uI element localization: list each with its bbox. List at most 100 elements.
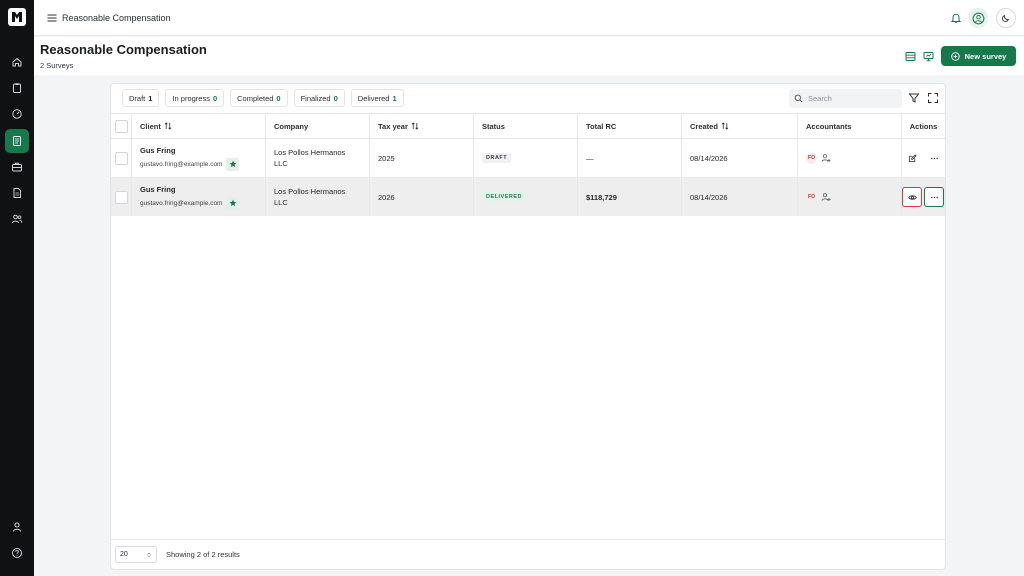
- help-circle-icon: [12, 548, 22, 558]
- filter-count: 0: [333, 93, 338, 103]
- more-actions-button[interactable]: [924, 148, 944, 168]
- status-cell: DRAFT: [474, 139, 578, 177]
- filter-label: Finalized: [300, 93, 331, 103]
- filter-label: In progress: [172, 93, 210, 103]
- home-nav-button[interactable]: [5, 50, 29, 74]
- accountant-avatar[interactable]: FO: [806, 191, 817, 203]
- top-bar: Reasonable Compensation: [34, 0, 1024, 36]
- more-horizontal-icon: [930, 196, 938, 198]
- chevron-up-down-icon: [147, 552, 151, 557]
- row-checkbox[interactable]: [115, 190, 128, 204]
- new-survey-label: New survey: [964, 51, 1007, 61]
- fullscreen-icon[interactable]: [927, 92, 939, 104]
- filter-in-progress[interactable]: In progress 0: [165, 89, 225, 107]
- report-nav-button[interactable]: [5, 181, 29, 205]
- table-header-row: Client Company Tax year Status Total RC …: [111, 113, 945, 138]
- header-label: Created: [690, 121, 718, 131]
- total-rc-value: $118,729: [586, 192, 617, 202]
- filter-label: Delivered: [357, 93, 390, 103]
- total-rc-cell: —: [578, 139, 682, 177]
- home-icon: [12, 57, 22, 67]
- table-view-icon[interactable]: [905, 51, 916, 62]
- favorite-badge[interactable]: [226, 196, 240, 210]
- users-icon: [12, 214, 23, 224]
- search-input[interactable]: [808, 94, 898, 103]
- app-logo-icon[interactable]: [8, 8, 26, 26]
- company-name: Los Pollos Hermanos: [274, 148, 346, 157]
- row-checkbox[interactable]: [115, 151, 128, 165]
- edit-button[interactable]: [902, 148, 922, 168]
- page-size-select[interactable]: 20: [115, 546, 157, 563]
- accountants-cell: FO: [798, 178, 902, 216]
- clipboard-nav-button[interactable]: [5, 76, 29, 100]
- status-badge: DELIVERED: [482, 192, 526, 202]
- status-cell: DELIVERED: [474, 178, 578, 216]
- account-nav-button[interactable]: [5, 515, 29, 539]
- filter-delivered[interactable]: Delivered 1: [350, 89, 404, 107]
- more-horizontal-icon: [930, 157, 938, 159]
- select-all-checkbox[interactable]: [115, 119, 128, 133]
- document-list-icon: [13, 136, 21, 146]
- favorite-badge[interactable]: [226, 157, 240, 171]
- actions-cell: [902, 139, 945, 177]
- table-row[interactable]: Gus Fring gustavo.fring@example.com Los …: [111, 138, 945, 177]
- page-size-value: 20: [120, 551, 128, 558]
- header-accountants: Accountants: [798, 114, 902, 138]
- filter-icon[interactable]: [908, 92, 920, 104]
- file-text-icon: [13, 188, 21, 198]
- view-button[interactable]: [902, 187, 922, 207]
- header-client[interactable]: Client: [132, 114, 266, 138]
- row-select-cell: [111, 139, 132, 177]
- company-cell: Los Pollos Hermanos LLC: [266, 139, 370, 177]
- eye-icon: [907, 194, 917, 200]
- sort-icon: [721, 122, 729, 130]
- gauge-icon: [12, 109, 22, 119]
- moon-icon: [1002, 15, 1009, 22]
- tax-year-cell: 2026: [370, 178, 474, 216]
- status-filter-bar: Draft 1 In progress 0 Completed 0 Finalized…: [122, 89, 404, 107]
- created-date: 08/14/2026: [690, 192, 728, 202]
- accountant-avatar[interactable]: FO: [806, 152, 817, 164]
- user-circle-icon: [972, 12, 984, 24]
- table-row[interactable]: Gus Fring gustavo.fring@example.com Los …: [111, 177, 945, 216]
- actions-cell: [902, 178, 945, 216]
- theme-toggle-button[interactable]: [996, 8, 1016, 28]
- plus-circle-icon: [950, 51, 960, 61]
- add-accountant-icon[interactable]: [821, 192, 831, 202]
- client-email: gustavo.fring@example.com: [140, 160, 223, 168]
- briefcase-nav-button[interactable]: [5, 155, 29, 179]
- header-label: Status: [482, 121, 505, 131]
- tax-year-cell: 2025: [370, 139, 474, 177]
- filter-completed[interactable]: Completed 0: [230, 89, 288, 107]
- page-title: Reasonable Compensation: [40, 42, 207, 57]
- filter-count: 1: [148, 93, 153, 103]
- clipboard-icon: [13, 83, 21, 93]
- add-accountant-icon[interactable]: [821, 153, 831, 163]
- header-label: Total RC: [586, 121, 617, 131]
- header-created[interactable]: Created: [682, 114, 798, 138]
- edit-icon: [908, 153, 917, 162]
- new-survey-button[interactable]: New survey: [941, 46, 1016, 66]
- header-tax-year[interactable]: Tax year: [370, 114, 474, 138]
- hamburger-menu-icon[interactable]: [46, 12, 58, 24]
- profile-avatar-button[interactable]: [968, 8, 988, 28]
- filter-draft[interactable]: Draft 1: [122, 89, 160, 107]
- client-name: Gus Fring: [140, 184, 176, 194]
- sort-icon: [164, 122, 172, 130]
- header-total-rc: Total RC: [578, 114, 682, 138]
- page-header: Reasonable Compensation 2 Surveys New su…: [34, 37, 1024, 75]
- header-label: Accountants: [806, 121, 852, 131]
- help-nav-button[interactable]: [5, 541, 29, 565]
- bell-icon[interactable]: [950, 12, 962, 24]
- client-email: gustavo.fring@example.com: [140, 199, 223, 207]
- presentation-view-icon[interactable]: [923, 51, 934, 62]
- header-label: Tax year: [378, 121, 408, 131]
- more-actions-button[interactable]: [924, 187, 944, 207]
- filter-finalized[interactable]: Finalized 0: [293, 89, 345, 107]
- header-status: Status: [474, 114, 578, 138]
- users-nav-button[interactable]: [5, 207, 29, 231]
- surveys-nav-button[interactable]: [5, 129, 29, 153]
- gauge-nav-button[interactable]: [5, 102, 29, 126]
- client-cell: Gus Fring gustavo.fring@example.com: [132, 139, 266, 177]
- company-suffix: LLC: [274, 159, 288, 168]
